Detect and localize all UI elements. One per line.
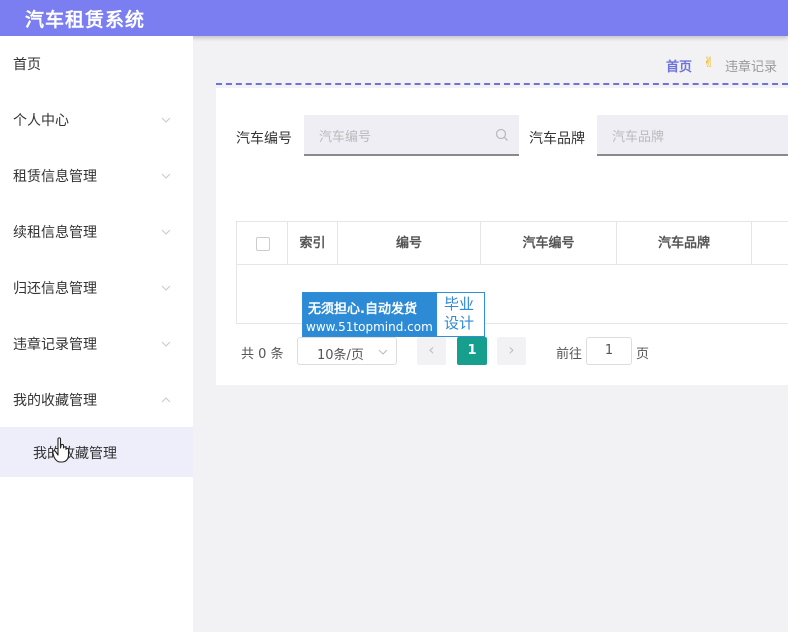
table-header: 索引 编号 汽车编号 汽车品牌 — [237, 222, 788, 265]
chevron-down-icon — [378, 349, 388, 355]
sidebar-item-label: 个人中心 — [13, 113, 69, 129]
column-header[interactable]: 汽车品牌 — [617, 222, 752, 265]
chevron-down-icon — [161, 341, 171, 347]
car-number-label: 汽车编号 — [236, 131, 292, 147]
sidebar-item-personal-center[interactable]: 个人中心 — [0, 92, 193, 148]
app-title: 汽车租赁系统 — [25, 9, 146, 31]
chevron-down-icon — [161, 117, 171, 123]
breadcrumb-divider — [216, 83, 788, 85]
sidebar-item-label: 违章记录管理 — [13, 337, 97, 353]
chevron-down-icon — [161, 285, 171, 291]
column-header[interactable]: 汽车编号 — [481, 222, 617, 265]
car-number-input[interactable]: 汽车编号 — [304, 115, 519, 156]
page-size-value: 10条/页 — [317, 348, 364, 363]
top-bar: 汽车租赁系统 — [0, 0, 788, 36]
watermark-left: 无须担心.自动发货 www.51topmind.com — [303, 293, 437, 336]
current-page-button[interactable]: 1 — [457, 337, 487, 365]
select-all-cell — [237, 222, 288, 265]
select-all-checkbox[interactable] — [256, 237, 270, 251]
total-count: 共 0 条 — [241, 347, 284, 362]
sidebar-subitem-favorites[interactable]: 我的收藏管理 — [0, 427, 193, 477]
hand-icon: ✌ — [703, 55, 715, 71]
car-number-placeholder: 汽车编号 — [319, 130, 372, 145]
car-brand-placeholder: 汽车品牌 — [612, 130, 665, 145]
hand-cursor-icon — [52, 437, 70, 463]
sidebar-item-rental-info[interactable]: 租赁信息管理 — [0, 148, 193, 204]
breadcrumb-home[interactable]: 首页 — [666, 56, 692, 75]
next-page-button[interactable]: › — [497, 337, 526, 365]
watermark-text: 无须担心.自动发货 — [308, 302, 417, 317]
watermark-right-top: 毕业 — [444, 295, 475, 313]
column-header[interactable]: 编号 — [338, 222, 481, 265]
sidebar-item-label: 首页 — [13, 57, 41, 73]
sidebar-item-label: 租赁信息管理 — [13, 169, 97, 185]
search-icon — [495, 128, 508, 141]
prev-page-button[interactable]: ‹ — [417, 337, 446, 365]
column-header[interactable]: 索引 — [288, 222, 338, 265]
car-brand-input[interactable]: 汽车品牌 — [597, 115, 788, 156]
sidebar-item-violation-records[interactable]: 违章记录管理 — [0, 316, 193, 372]
sidebar: 首页 个人中心 租赁信息管理 续租信息管理 归还信息管理 违章记录管理 我的收藏… — [0, 36, 193, 632]
watermark-url: www.51topmind.com — [306, 320, 433, 334]
watermark-right-bottom: 设计 — [444, 314, 475, 332]
goto-label: 前往 — [556, 347, 583, 362]
goto-suffix: 页 — [636, 347, 650, 362]
chevron-down-icon — [161, 229, 171, 235]
car-brand-label: 汽车品牌 — [529, 131, 585, 147]
sidebar-item-renewal-info[interactable]: 续租信息管理 — [0, 204, 193, 260]
sidebar-item-favorites[interactable]: 我的收藏管理 — [0, 372, 193, 428]
goto-page-input[interactable]: 1 — [586, 337, 632, 365]
sidebar-item-label: 我的收藏管理 — [13, 393, 97, 409]
page-size-select[interactable]: 10条/页 — [297, 337, 397, 365]
breadcrumb-current: 违章记录 — [725, 60, 778, 75]
watermark-banner: 无须担心.自动发货 www.51topmind.com 毕业 设计 — [302, 292, 485, 337]
sidebar-item-label: 续租信息管理 — [13, 225, 97, 241]
chevron-up-icon — [161, 397, 171, 403]
sidebar-subitem-label: 我的收藏管理 — [33, 446, 117, 462]
sidebar-item-label: 归还信息管理 — [13, 281, 97, 297]
watermark-right: 毕业 设计 — [444, 295, 474, 333]
chevron-down-icon — [161, 173, 171, 179]
sidebar-item-return-info[interactable]: 归还信息管理 — [0, 260, 193, 316]
sidebar-item-home[interactable]: 首页 — [0, 36, 193, 92]
